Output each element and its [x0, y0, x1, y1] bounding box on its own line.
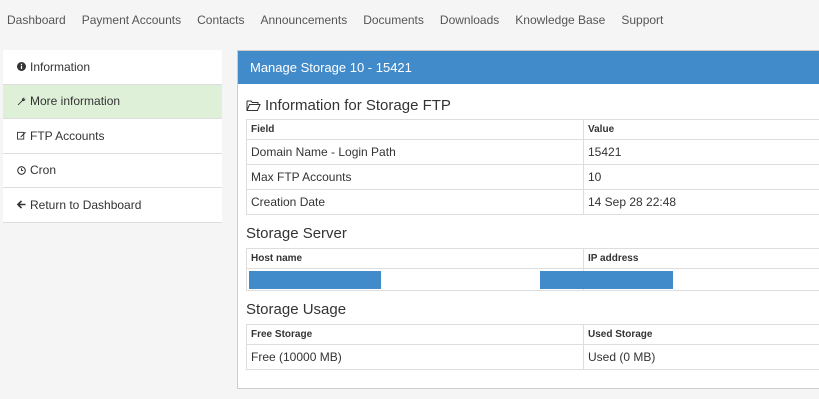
info-icon: [15, 62, 28, 72]
arrow-left-icon: [15, 200, 28, 209]
column-header: Field: [246, 119, 584, 140]
table-cell: Free (10000 MB): [246, 344, 584, 370]
column-header: Free Storage: [246, 324, 584, 345]
folder-open-icon: [246, 100, 261, 111]
redacted-ip-address: [540, 270, 673, 289]
nav-dashboard[interactable]: Dashboard: [7, 13, 66, 27]
table-cell: Domain Name - Login Path: [246, 139, 584, 165]
nav-contacts[interactable]: Contacts: [197, 13, 244, 27]
nav-payment-accounts[interactable]: Payment Accounts: [82, 13, 181, 27]
table-cell: 14 Sep 28 22:48: [583, 189, 819, 215]
column-header: Used Storage: [583, 324, 819, 345]
info-table: Field Value Domain Name - Login Path 154…: [246, 119, 819, 215]
sidebar-item-return-to-dashboard[interactable]: Return to Dashboard: [3, 188, 222, 223]
server-table: Host name IP address: [246, 248, 819, 291]
info-section-label: Information for Storage FTP: [265, 96, 451, 114]
table-cell: 15421: [583, 139, 819, 165]
sidebar-item-more-information[interactable]: More information: [3, 84, 222, 119]
table-header-row: Free Storage Used Storage: [246, 324, 819, 345]
nav-knowledge-base[interactable]: Knowledge Base: [515, 13, 605, 27]
column-header: Value: [583, 119, 819, 140]
nav-documents[interactable]: Documents: [363, 13, 424, 27]
sidebar-item-cron[interactable]: Cron: [3, 153, 222, 188]
table-header-row: Host name IP address: [246, 248, 819, 269]
server-section-title: Storage Server: [246, 224, 347, 242]
sidebar-item-label: Information: [30, 59, 91, 74]
sidebar-item-information[interactable]: Information: [3, 50, 222, 85]
column-header: Host name: [246, 248, 584, 269]
top-nav: Dashboard Payment Accounts Contacts Anno…: [0, 0, 819, 40]
sidebar-item-label: More information: [30, 94, 121, 109]
table-row: Creation Date 14 Sep 28 22:48: [246, 189, 819, 215]
edit-icon: [15, 131, 28, 140]
sidebar-item-label: Return to Dashboard: [30, 197, 142, 212]
clock-icon: [15, 165, 28, 175]
wrench-icon: [15, 97, 28, 106]
host-name-cell: [246, 268, 584, 291]
usage-table: Free Storage Used Storage Free (10000 MB…: [246, 324, 819, 370]
usage-section-title: Storage Usage: [246, 300, 347, 318]
storage-panel: Manage Storage 10 - 15421 Information fo…: [237, 50, 819, 389]
table-cell: Used (0 MB): [583, 344, 819, 370]
table-cell: Creation Date: [246, 189, 584, 215]
sidebar-item-ftp-accounts[interactable]: FTP Accounts: [3, 119, 222, 154]
sidebar-item-label: Cron: [30, 163, 57, 178]
table-cell: 10: [583, 164, 819, 190]
nav-announcements[interactable]: Announcements: [260, 13, 347, 27]
sidebar: Information More information FTP Account…: [3, 50, 222, 223]
column-header: IP address: [583, 248, 819, 269]
table-cell: Max FTP Accounts: [246, 164, 584, 190]
table-row: Domain Name - Login Path 15421: [246, 139, 819, 165]
table-row: Free (10000 MB) Used (0 MB): [246, 344, 819, 370]
nav-downloads[interactable]: Downloads: [440, 13, 499, 27]
sidebar-item-label: FTP Accounts: [30, 128, 105, 143]
table-row: [246, 268, 819, 291]
redacted-host-name: [249, 270, 381, 289]
table-row: Max FTP Accounts 10: [246, 164, 819, 190]
nav-support[interactable]: Support: [621, 13, 663, 27]
panel-title: Manage Storage 10 - 15421: [238, 51, 819, 84]
info-section-title: Information for Storage FTP: [238, 96, 819, 114]
ip-address-cell: [540, 268, 819, 291]
table-header-row: Field Value: [246, 119, 819, 140]
